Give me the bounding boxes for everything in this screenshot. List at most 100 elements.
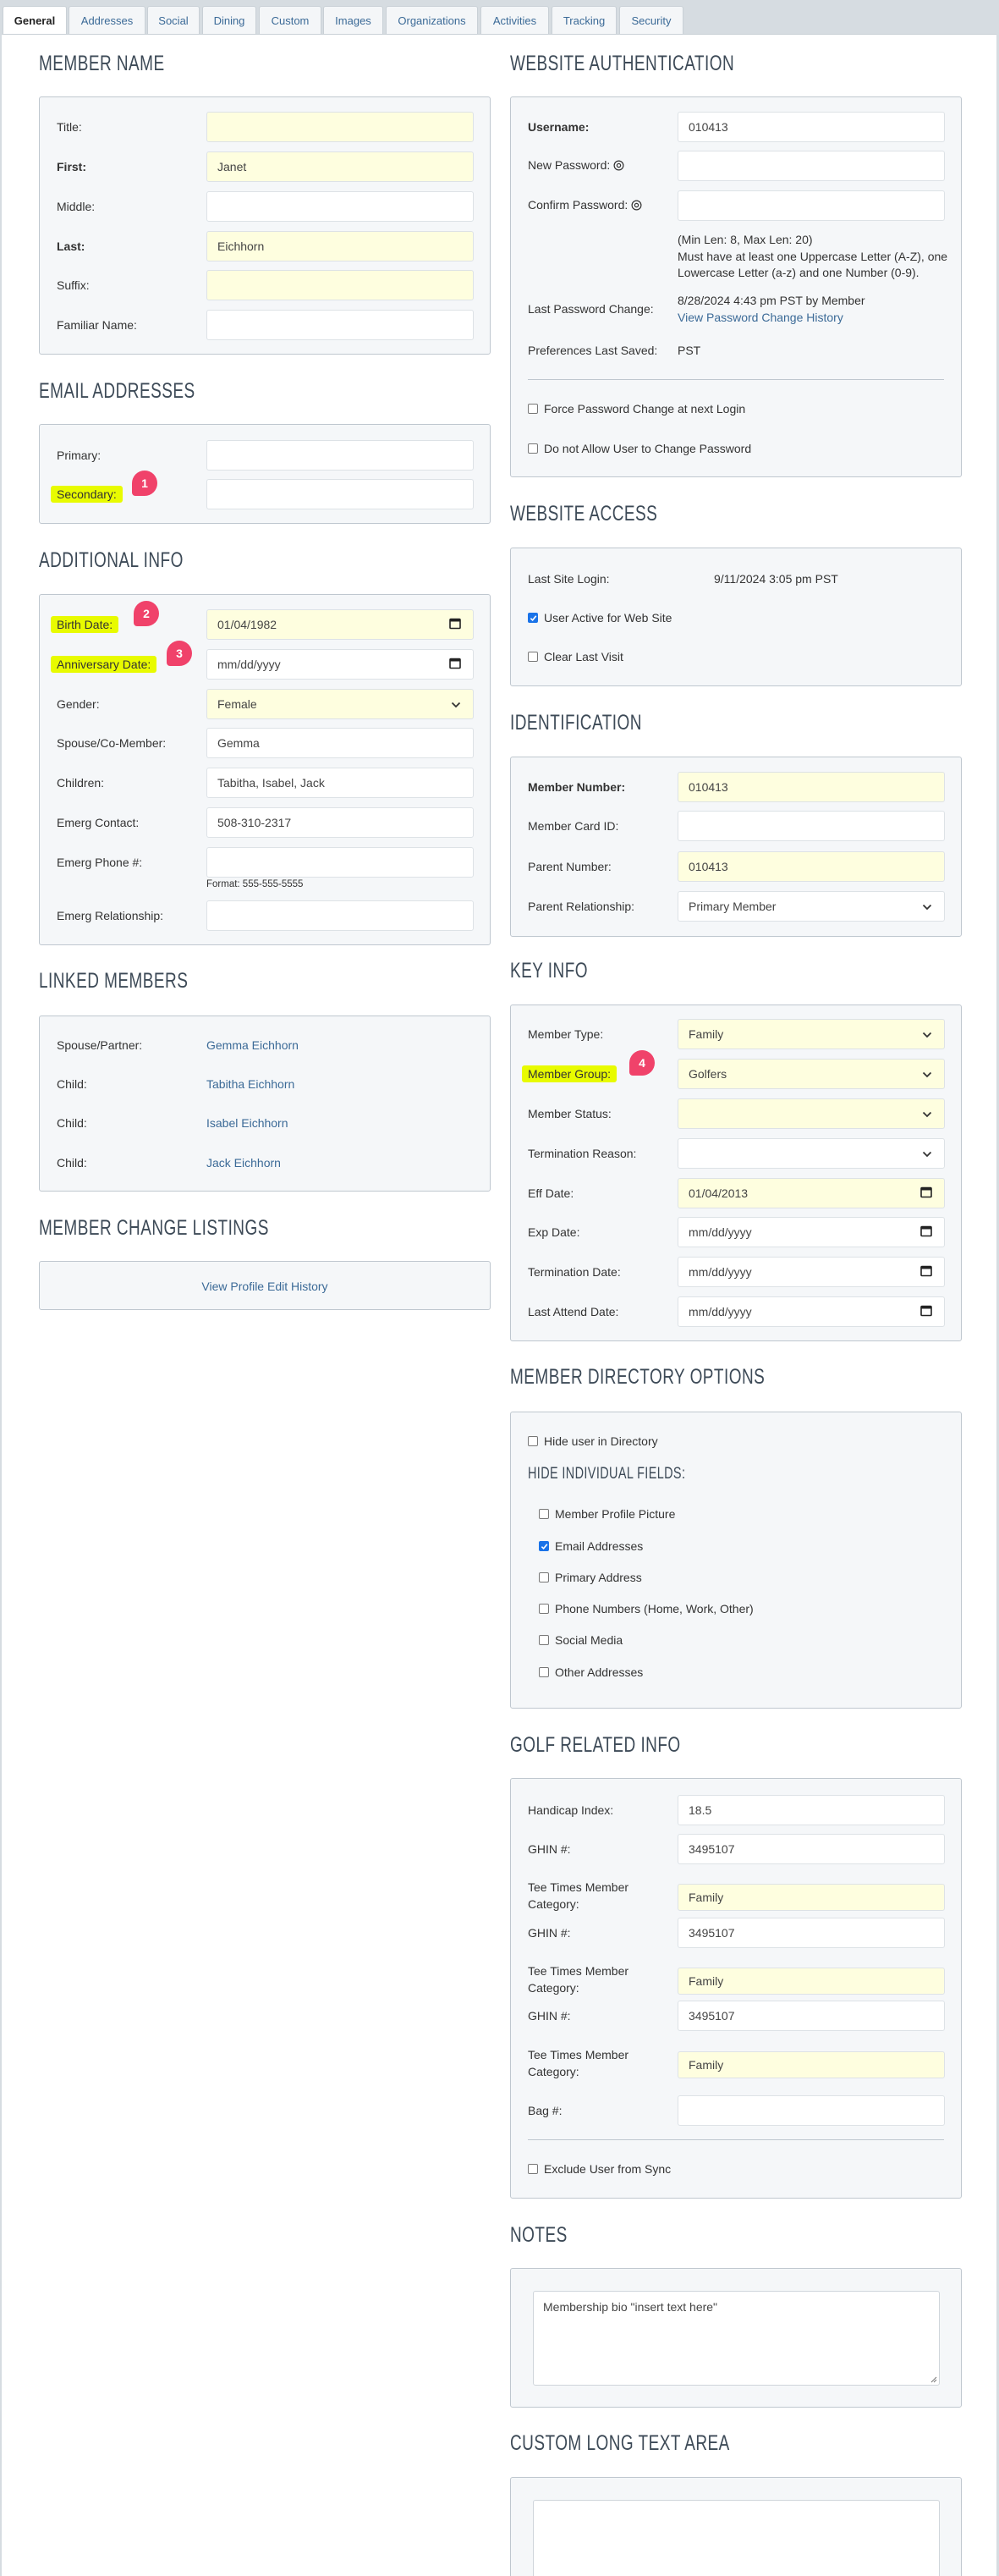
force-password-change-at-next-login-checkbox[interactable]: Force Password Change at next Login	[528, 402, 745, 416]
label-text: Exp Date:	[528, 1225, 580, 1239]
new-password-input[interactable]	[678, 151, 945, 181]
username-input[interactable]: 010413	[678, 112, 945, 142]
field-value: 18.5	[689, 1803, 712, 1817]
emerg-phone-input[interactable]	[206, 847, 474, 878]
hide-user-in-directory-row: Hide user in Directory	[511, 1426, 961, 1456]
calendar-icon[interactable]	[920, 1186, 932, 1201]
checkbox-checked-icon[interactable]	[539, 1541, 549, 1551]
first-input[interactable]: Janet	[206, 151, 474, 182]
member-group-select[interactable]: Golfers	[678, 1059, 945, 1089]
social-media-checkbox[interactable]: Social Media	[539, 1633, 623, 1647]
notes-textarea[interactable]: Membership bio "insert text here"	[533, 2291, 940, 2386]
clear-last-visit-checkbox[interactable]: Clear Last Visit	[528, 650, 623, 663]
calendar-icon[interactable]	[920, 1225, 932, 1240]
member-status-select[interactable]	[678, 1098, 945, 1129]
tab-custom[interactable]: Custom	[259, 6, 321, 34]
primary-input[interactable]	[206, 440, 474, 471]
emerg-contact-input[interactable]: 508-310-2317	[206, 807, 474, 838]
phone-numbers-home-work-other-checkbox[interactable]: Phone Numbers (Home, Work, Other)	[539, 1602, 754, 1616]
checkbox-icon[interactable]	[539, 1604, 549, 1614]
tab-dining[interactable]: Dining	[202, 6, 256, 34]
bag-input[interactable]	[678, 2095, 945, 2126]
access-heading: WEBSITE ACCESS	[510, 502, 658, 526]
linked-member-link[interactable]: Jack Eichhorn	[206, 1156, 281, 1170]
termination-date-date-input[interactable]: mm/dd/yyyy	[678, 1257, 945, 1287]
calendar-icon[interactable]	[449, 618, 461, 632]
label-text: Primary:	[57, 449, 102, 462]
checkbox-icon[interactable]	[528, 404, 538, 414]
tab-images[interactable]: Images	[323, 6, 383, 34]
checkbox-icon[interactable]	[528, 1436, 538, 1446]
eye-icon[interactable]	[610, 160, 624, 173]
email-addresses-checkbox[interactable]: Email Addresses	[539, 1539, 643, 1553]
ghin-input[interactable]: 3495107	[678, 1834, 945, 1864]
spouse-co-member-input[interactable]: Gemma	[206, 728, 474, 758]
checkbox-icon[interactable]	[528, 2164, 538, 2174]
do-not-allow-user-to-change-password-checkbox[interactable]: Do not Allow User to Change Password	[528, 442, 751, 455]
anniversary-date-date-input[interactable]: mm/dd/yyyy	[206, 649, 474, 680]
eye-icon[interactable]	[628, 200, 642, 213]
ghin-input[interactable]: 3495107	[678, 2001, 945, 2031]
handicap-index-input[interactable]: 18.5	[678, 1795, 945, 1825]
last-input[interactable]: Eichhorn	[206, 231, 474, 261]
tab-activities[interactable]: Activities	[480, 6, 549, 34]
tab-addresses[interactable]: Addresses	[69, 6, 145, 34]
checkbox-checked-icon[interactable]	[528, 613, 538, 623]
view-password-change-history-link[interactable]: View Password Change History	[678, 309, 865, 326]
linked-member-link[interactable]: Isabel Eichhorn	[206, 1116, 288, 1130]
linked-member-link[interactable]: Gemma Eichhorn	[206, 1038, 299, 1052]
tee-times-member-category-input[interactable]: Family	[678, 1968, 945, 1995]
chevron-down-icon	[922, 1107, 932, 1120]
confirm-password-input[interactable]	[678, 190, 945, 221]
calendar-icon[interactable]	[920, 1305, 932, 1319]
familiar-name-input[interactable]	[206, 310, 474, 340]
member-profile-picture-checkbox[interactable]: Member Profile Picture	[539, 1507, 675, 1521]
suffix-input[interactable]	[206, 270, 474, 300]
last-attend-date-date-input[interactable]: mm/dd/yyyy	[678, 1296, 945, 1327]
primary-address-checkbox[interactable]: Primary Address	[539, 1571, 642, 1584]
exp-date-date-input[interactable]: mm/dd/yyyy	[678, 1217, 945, 1247]
key-heading: KEY INFO	[510, 959, 588, 983]
title-input[interactable]	[206, 112, 474, 142]
parent-number-input[interactable]: 010413	[678, 851, 945, 882]
notes-heading: NOTES	[510, 2223, 568, 2247]
hide-user-in-directory-checkbox[interactable]: Hide user in Directory	[528, 1434, 658, 1448]
middle-input[interactable]	[206, 191, 474, 222]
tab-security[interactable]: Security	[619, 6, 683, 34]
termination-reason-select[interactable]	[678, 1138, 945, 1169]
checkbox-icon[interactable]	[539, 1509, 549, 1519]
calendar-icon[interactable]	[920, 1265, 932, 1280]
user-active-for-web-site-checkbox[interactable]: User Active for Web Site	[528, 611, 672, 625]
checkbox-icon[interactable]	[539, 1635, 549, 1645]
checkbox-icon[interactable]	[539, 1667, 549, 1677]
parent-relationship-select[interactable]: Primary Member	[678, 891, 945, 922]
calendar-icon[interactable]	[449, 658, 461, 672]
tee-times-member-category-input[interactable]: Family	[678, 1884, 945, 1911]
resize-handle-icon[interactable]	[930, 2376, 937, 2383]
tab-general[interactable]: General	[3, 6, 67, 35]
linked-member-link[interactable]: Tabitha Eichhorn	[206, 1077, 294, 1091]
birth-date-date-input[interactable]: 01/04/1982	[206, 609, 474, 640]
other-addresses-checkbox[interactable]: Other Addresses	[539, 1665, 643, 1679]
gender-select[interactable]: Female	[206, 689, 474, 719]
member-type-select[interactable]: Family	[678, 1019, 945, 1049]
tab-organizations[interactable]: Organizations	[386, 6, 478, 34]
tab-social[interactable]: Social	[147, 6, 200, 34]
last-password-change-row: Last Password Change: 8/28/2024 4:43 pm P…	[511, 294, 961, 324]
children-input[interactable]: Tabitha, Isabel, Jack	[206, 768, 474, 798]
member-card-id-input[interactable]	[678, 811, 945, 841]
checkbox-icon[interactable]	[528, 443, 538, 454]
tee-times-member-category-input[interactable]: Family	[678, 2051, 945, 2078]
ghin-input[interactable]: 3495107	[678, 1918, 945, 1948]
view-profile-edit-history-link[interactable]: View Profile Edit History	[40, 1280, 490, 1293]
custom-textarea[interactable]	[533, 2500, 940, 2576]
checkbox-icon[interactable]	[539, 1572, 549, 1582]
title-row: Title:	[40, 112, 490, 142]
checkbox-icon[interactable]	[528, 652, 538, 662]
secondary-input[interactable]	[206, 479, 474, 509]
eff-date-date-input[interactable]: 01/04/2013	[678, 1178, 945, 1208]
tab-tracking[interactable]: Tracking	[552, 6, 617, 34]
member-number-input[interactable]: 010413	[678, 772, 945, 802]
emerg-relationship-input[interactable]	[206, 900, 474, 931]
exclude-user-from-sync-checkbox[interactable]: Exclude User from Sync	[528, 2162, 671, 2176]
